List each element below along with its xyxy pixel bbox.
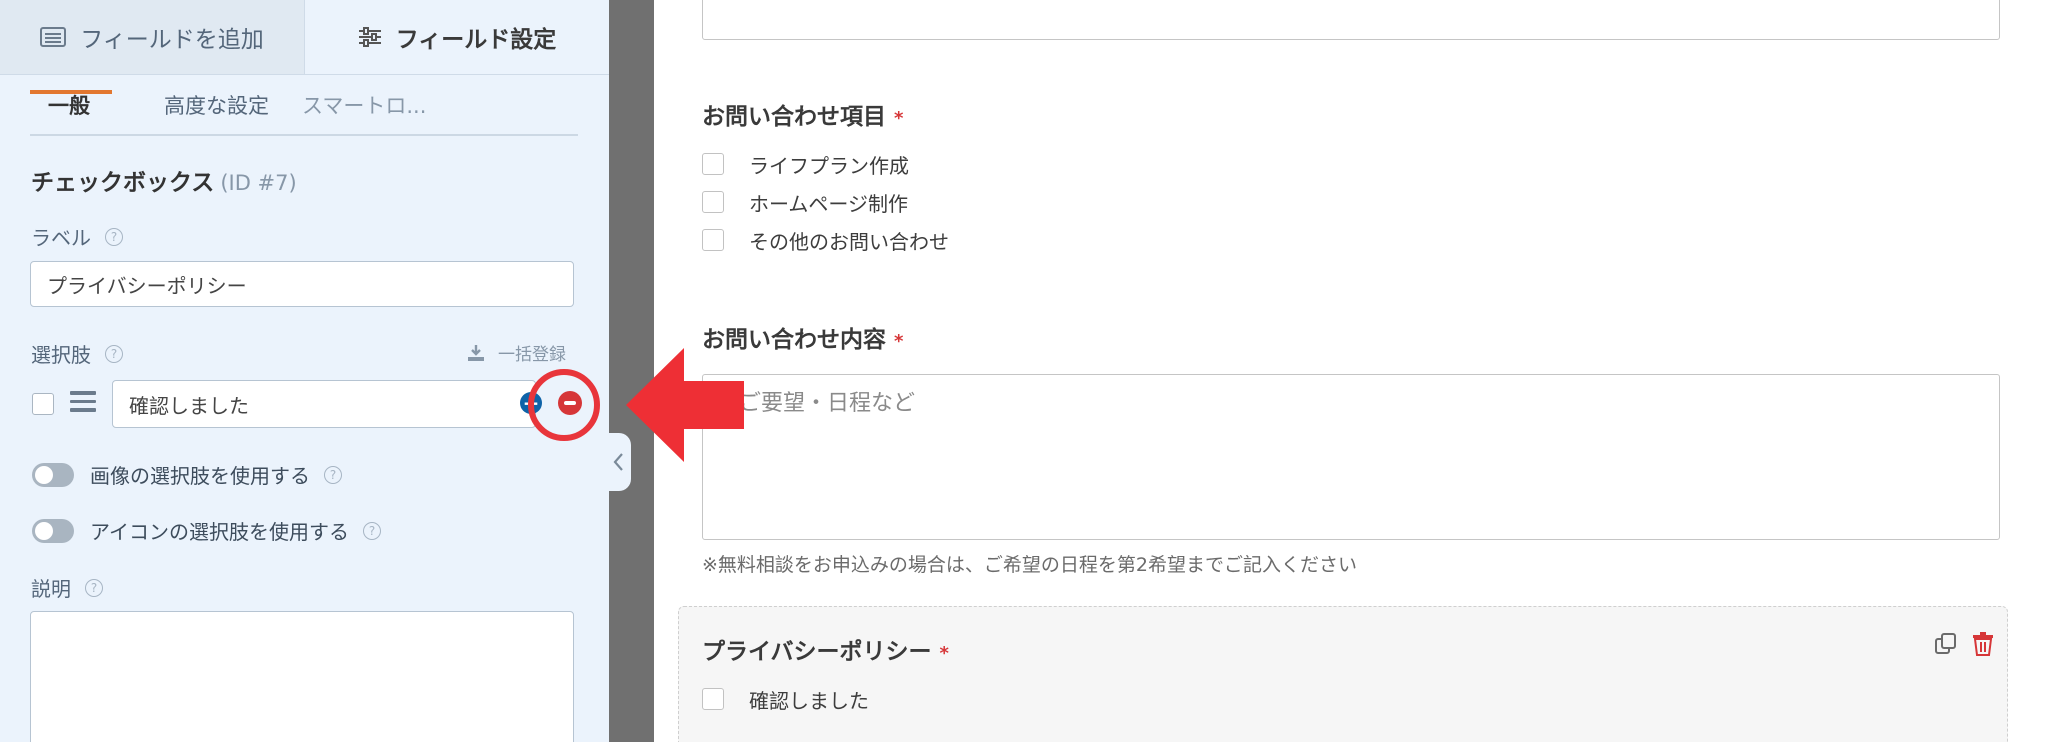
inquiry-content-description: ※無料相談をお申込みの場合は、ご希望の日程を第2希望までご記入ください	[702, 554, 1358, 576]
option-checkbox[interactable]	[702, 688, 724, 710]
field-options-panel: フィールドを追加 フィールド設定 一般 高度な設定 スマートロ... チェックボ…	[0, 0, 609, 742]
annotation-highlight-ring	[528, 369, 600, 441]
label-setting-title: ラベル ?	[31, 222, 123, 251]
tab-field-settings-label: フィールド設定	[395, 27, 557, 53]
choices-setting-title: 選択肢 ?	[31, 339, 123, 368]
selected-field-box[interactable]	[678, 606, 2008, 742]
description-setting-title: 説明 ?	[31, 573, 103, 602]
choices-setting-text: 選択肢	[31, 343, 91, 367]
icon-choices-label: アイコンの選択肢を使用する	[90, 520, 349, 544]
inquiry-option[interactable]: ホームページ制作	[702, 189, 908, 216]
label-input[interactable]: プライバシーポリシー	[30, 261, 574, 307]
image-choices-toggle[interactable]	[32, 462, 74, 487]
inquiry-items-label[interactable]: お問い合わせ項目 *	[702, 97, 903, 131]
help-icon[interactable]: ?	[324, 465, 342, 484]
option-label: 確認しました	[749, 688, 869, 713]
trash-icon[interactable]	[1972, 632, 1994, 660]
image-choices-toggle-row: 画像の選択肢を使用する ?	[32, 460, 342, 489]
required-mark: *	[939, 643, 949, 664]
privacy-label[interactable]: プライバシーポリシー *	[702, 632, 949, 666]
inquiry-content-textarea[interactable]: ご要望・日程など	[702, 374, 2000, 540]
option-label: その他のお問い合わせ	[749, 229, 949, 254]
field-type-name: チェックボックス	[31, 170, 215, 196]
option-checkbox[interactable]	[702, 191, 724, 213]
settings-subtabs: 一般 高度な設定 スマートロ...	[30, 78, 578, 136]
choice-label-input[interactable]: 確認しました	[112, 380, 536, 428]
inquiry-option[interactable]: ライフプラン作成	[702, 151, 909, 178]
panel-tabs: フィールドを追加 フィールド設定	[0, 0, 609, 75]
field-id: (ID #7)	[220, 171, 297, 195]
required-mark: *	[894, 331, 904, 352]
inquiry-items-label-text: お問い合わせ項目	[702, 104, 886, 130]
privacy-label-text: プライバシーポリシー	[702, 639, 932, 665]
duplicate-icon[interactable]	[1934, 632, 1958, 660]
subtab-general[interactable]: 一般	[48, 90, 90, 120]
drag-handle-icon[interactable]	[70, 391, 96, 413]
required-mark: *	[894, 108, 904, 129]
bulk-add-label: 一括登録	[498, 345, 566, 365]
sliders-icon	[358, 27, 382, 47]
option-label: ライフプラン作成	[749, 153, 909, 178]
icon-choices-toggle[interactable]	[32, 518, 74, 543]
tab-add-fields-label: フィールドを追加	[80, 27, 264, 53]
option-checkbox[interactable]	[702, 229, 724, 251]
help-icon[interactable]: ?	[363, 521, 381, 540]
annotation-arrow	[626, 348, 744, 462]
help-icon[interactable]: ?	[105, 344, 123, 363]
choice-row: 確認しました +	[30, 380, 609, 428]
tab-field-settings[interactable]: フィールド設定	[305, 0, 609, 74]
choice-default-checkbox[interactable]	[32, 393, 54, 415]
list-icon	[40, 27, 67, 47]
option-checkbox[interactable]	[702, 153, 724, 175]
description-setting-text: 説明	[31, 577, 71, 601]
label-setting-text: ラベル	[31, 226, 91, 250]
bulk-add-link[interactable]: 一括登録	[466, 340, 566, 365]
field-type-heading: チェックボックス (ID #7)	[31, 163, 297, 197]
help-icon[interactable]: ?	[85, 578, 103, 597]
image-choices-label: 画像の選択肢を使用する	[90, 464, 310, 488]
label-input-value: プライバシーポリシー	[47, 273, 247, 298]
privacy-option[interactable]: 確認しました	[702, 686, 869, 713]
subtab-smart-logic[interactable]: スマートロ...	[302, 90, 426, 120]
preview-previous-input[interactable]	[702, 0, 2000, 40]
choice-label-value: 確認しました	[129, 393, 249, 418]
inquiry-option[interactable]: その他のお問い合わせ	[702, 227, 949, 254]
subtab-active-indicator	[30, 90, 112, 94]
field-actions	[1934, 632, 1994, 660]
help-icon[interactable]: ?	[105, 227, 123, 246]
description-textarea[interactable]	[30, 611, 574, 742]
subtab-advanced[interactable]: 高度な設定	[164, 90, 269, 120]
download-icon	[466, 343, 486, 363]
option-label: ホームページ制作	[749, 191, 908, 216]
inquiry-content-placeholder: ご要望・日程など	[739, 391, 916, 416]
form-preview: お問い合わせ項目 * ライフプラン作成 ホームページ制作 その他のお問い合わせ お…	[654, 0, 2048, 742]
tab-add-fields[interactable]: フィールドを追加	[0, 0, 305, 74]
icon-choices-toggle-row: アイコンの選択肢を使用する ?	[32, 516, 381, 545]
